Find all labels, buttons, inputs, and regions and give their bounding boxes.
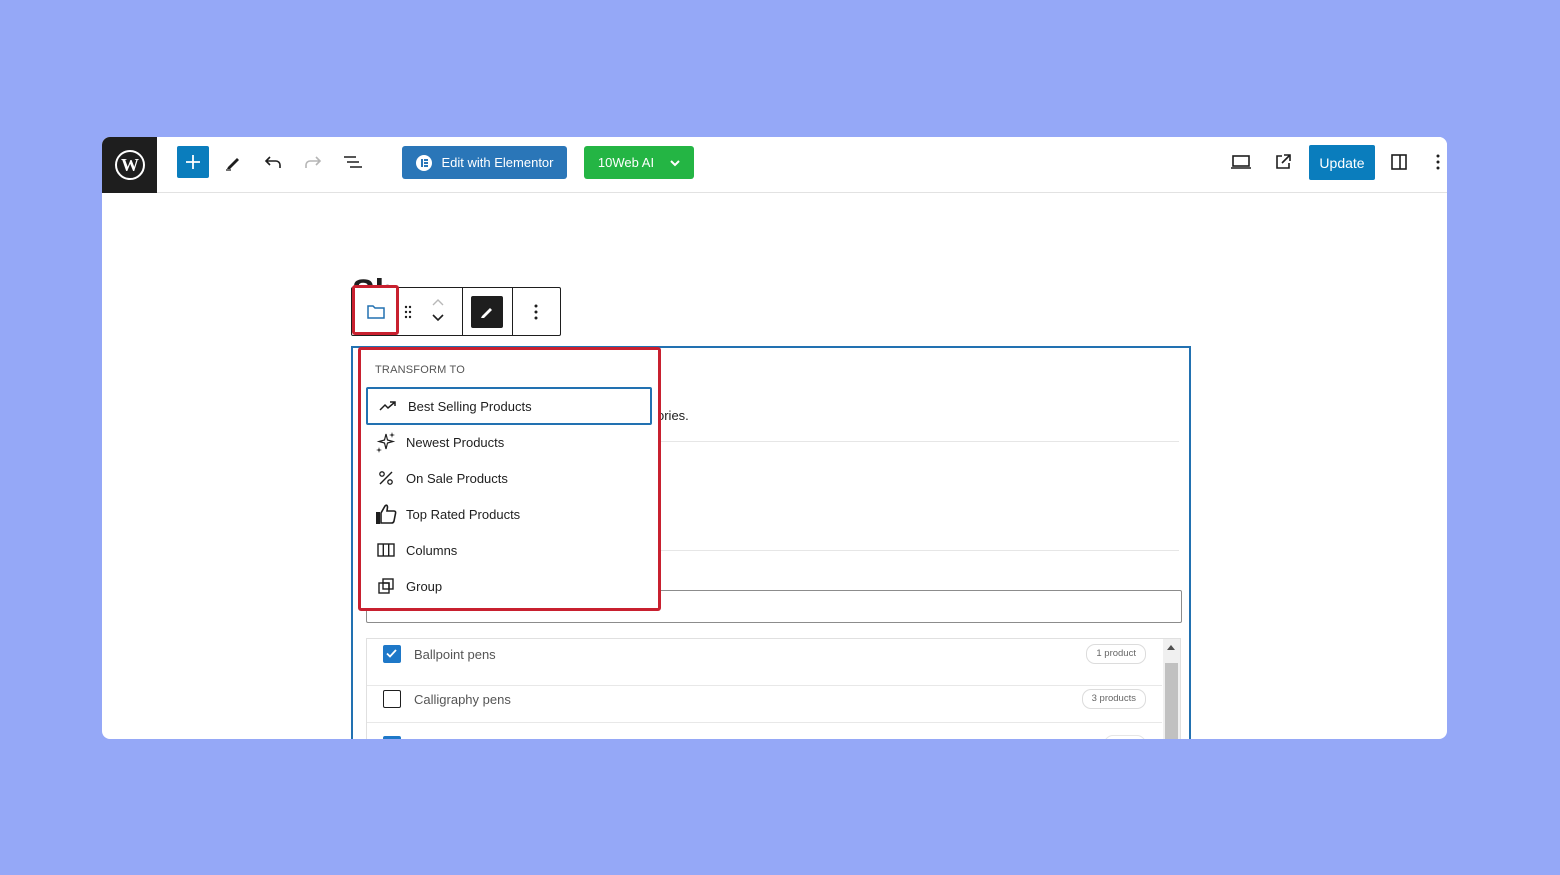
menu-item-columns[interactable]: Columns bbox=[366, 531, 652, 569]
list-view-button[interactable] bbox=[337, 146, 369, 178]
external-link-icon bbox=[1276, 154, 1291, 169]
options-button[interactable] bbox=[1422, 146, 1447, 178]
menu-item-top-rated-products[interactable]: Top Rated Products bbox=[366, 495, 652, 533]
update-button[interactable]: Update bbox=[1309, 145, 1375, 180]
wordpress-logo-button[interactable]: W bbox=[102, 137, 157, 193]
chevron-down-icon bbox=[670, 159, 680, 166]
add-block-button[interactable] bbox=[177, 146, 209, 178]
preview-button[interactable] bbox=[1225, 146, 1257, 178]
menu-item-group[interactable]: Group bbox=[366, 567, 652, 605]
list-item[interactable]: Calligraphy pens 3 products bbox=[367, 676, 1162, 723]
move-down-button[interactable] bbox=[428, 310, 448, 326]
block-toolbar bbox=[351, 285, 561, 336]
menu-item-label: Top Rated Products bbox=[406, 506, 521, 522]
group-icon bbox=[378, 578, 394, 594]
toolbar-separator bbox=[512, 288, 513, 335]
view-post-button[interactable] bbox=[1267, 146, 1299, 178]
settings-sidebar-button[interactable] bbox=[1383, 146, 1415, 178]
checkbox[interactable] bbox=[383, 690, 401, 708]
menu-item-on-sale-products[interactable]: On Sale Products bbox=[366, 459, 652, 497]
menu-item-label: On Sale Products bbox=[406, 470, 508, 486]
menu-item-best-selling-products[interactable]: Best Selling Products bbox=[366, 387, 652, 425]
thumbs-up-icon bbox=[376, 504, 397, 524]
drag-handle-icon bbox=[404, 305, 412, 319]
category-label: Ballpoint pens bbox=[414, 647, 496, 662]
menu-heading: TRANSFORM TO bbox=[375, 364, 465, 376]
scrollbar-thumb[interactable] bbox=[1165, 663, 1178, 739]
percent-icon bbox=[379, 471, 393, 485]
category-label: Calligraphy pens bbox=[414, 692, 511, 707]
menu-item-label: Columns bbox=[406, 542, 458, 558]
transform-to-menu: TRANSFORM TO Best Selling Products Newes… bbox=[358, 347, 661, 611]
tools-button[interactable] bbox=[217, 146, 249, 178]
list-view-icon bbox=[344, 156, 362, 168]
menu-item-newest-products[interactable]: Newest Products bbox=[366, 423, 652, 461]
undo-button[interactable] bbox=[257, 146, 289, 178]
redo-icon bbox=[305, 156, 322, 168]
menu-item-label: Group bbox=[406, 578, 443, 594]
product-count-badge bbox=[1104, 735, 1146, 739]
chevron-up-icon bbox=[432, 299, 444, 306]
laptop-icon bbox=[1231, 155, 1251, 169]
drag-handle[interactable] bbox=[402, 302, 414, 322]
chevron-down-icon bbox=[432, 314, 444, 322]
checkbox-checked[interactable] bbox=[383, 645, 401, 663]
tenweb-ai-button[interactable]: 10Web AI bbox=[584, 146, 694, 179]
move-up-button[interactable] bbox=[428, 294, 448, 310]
vertical-ellipsis-icon bbox=[1436, 154, 1440, 170]
vertical-ellipsis-icon bbox=[534, 304, 538, 320]
product-count-badge: 1 product bbox=[1086, 644, 1146, 664]
menu-item-label: Newest Products bbox=[406, 434, 505, 450]
wordpress-icon: W bbox=[114, 150, 145, 180]
block-description: ories. bbox=[657, 408, 689, 423]
edit-with-elementor-button[interactable]: Edit with Elementor bbox=[402, 146, 567, 179]
plus-icon bbox=[186, 155, 200, 169]
divider bbox=[657, 441, 1179, 442]
divider bbox=[657, 550, 1179, 551]
pencil-icon bbox=[226, 158, 239, 171]
edit-block-button[interactable] bbox=[471, 296, 503, 328]
checkmark-icon bbox=[386, 649, 397, 658]
block-options-button[interactable] bbox=[520, 296, 552, 328]
list-scrollbar[interactable] bbox=[1163, 639, 1180, 739]
pencil-icon bbox=[481, 308, 492, 318]
highlight-frame bbox=[352, 285, 399, 335]
elementor-icon bbox=[415, 154, 432, 171]
editor-top-bar: W Edit with Elementor 10Web AI Update bbox=[102, 137, 1447, 193]
editor-window: W Edit with Elementor 10Web AI Update or… bbox=[102, 137, 1447, 739]
checkbox-checked[interactable] bbox=[383, 736, 401, 739]
list-item[interactable] bbox=[367, 722, 1162, 739]
redo-button[interactable] bbox=[297, 146, 329, 178]
product-count-badge: 3 products bbox=[1081, 689, 1146, 709]
tenweb-button-label: 10Web AI bbox=[597, 155, 655, 170]
svg-text:W: W bbox=[121, 155, 139, 175]
elementor-button-label: Edit with Elementor bbox=[441, 155, 554, 170]
toolbar-separator bbox=[462, 288, 463, 335]
sparkles-icon bbox=[376, 432, 396, 453]
sidebar-toggle-icon bbox=[1391, 154, 1407, 170]
trending-up-icon bbox=[379, 401, 396, 411]
category-checklist: Ballpoint pens 1 product Calligraphy pen… bbox=[366, 638, 1181, 739]
undo-icon bbox=[264, 156, 281, 168]
scroll-up-arrow-icon[interactable] bbox=[1167, 645, 1175, 650]
menu-item-label: Best Selling Products bbox=[408, 398, 532, 414]
columns-icon bbox=[377, 543, 395, 557]
